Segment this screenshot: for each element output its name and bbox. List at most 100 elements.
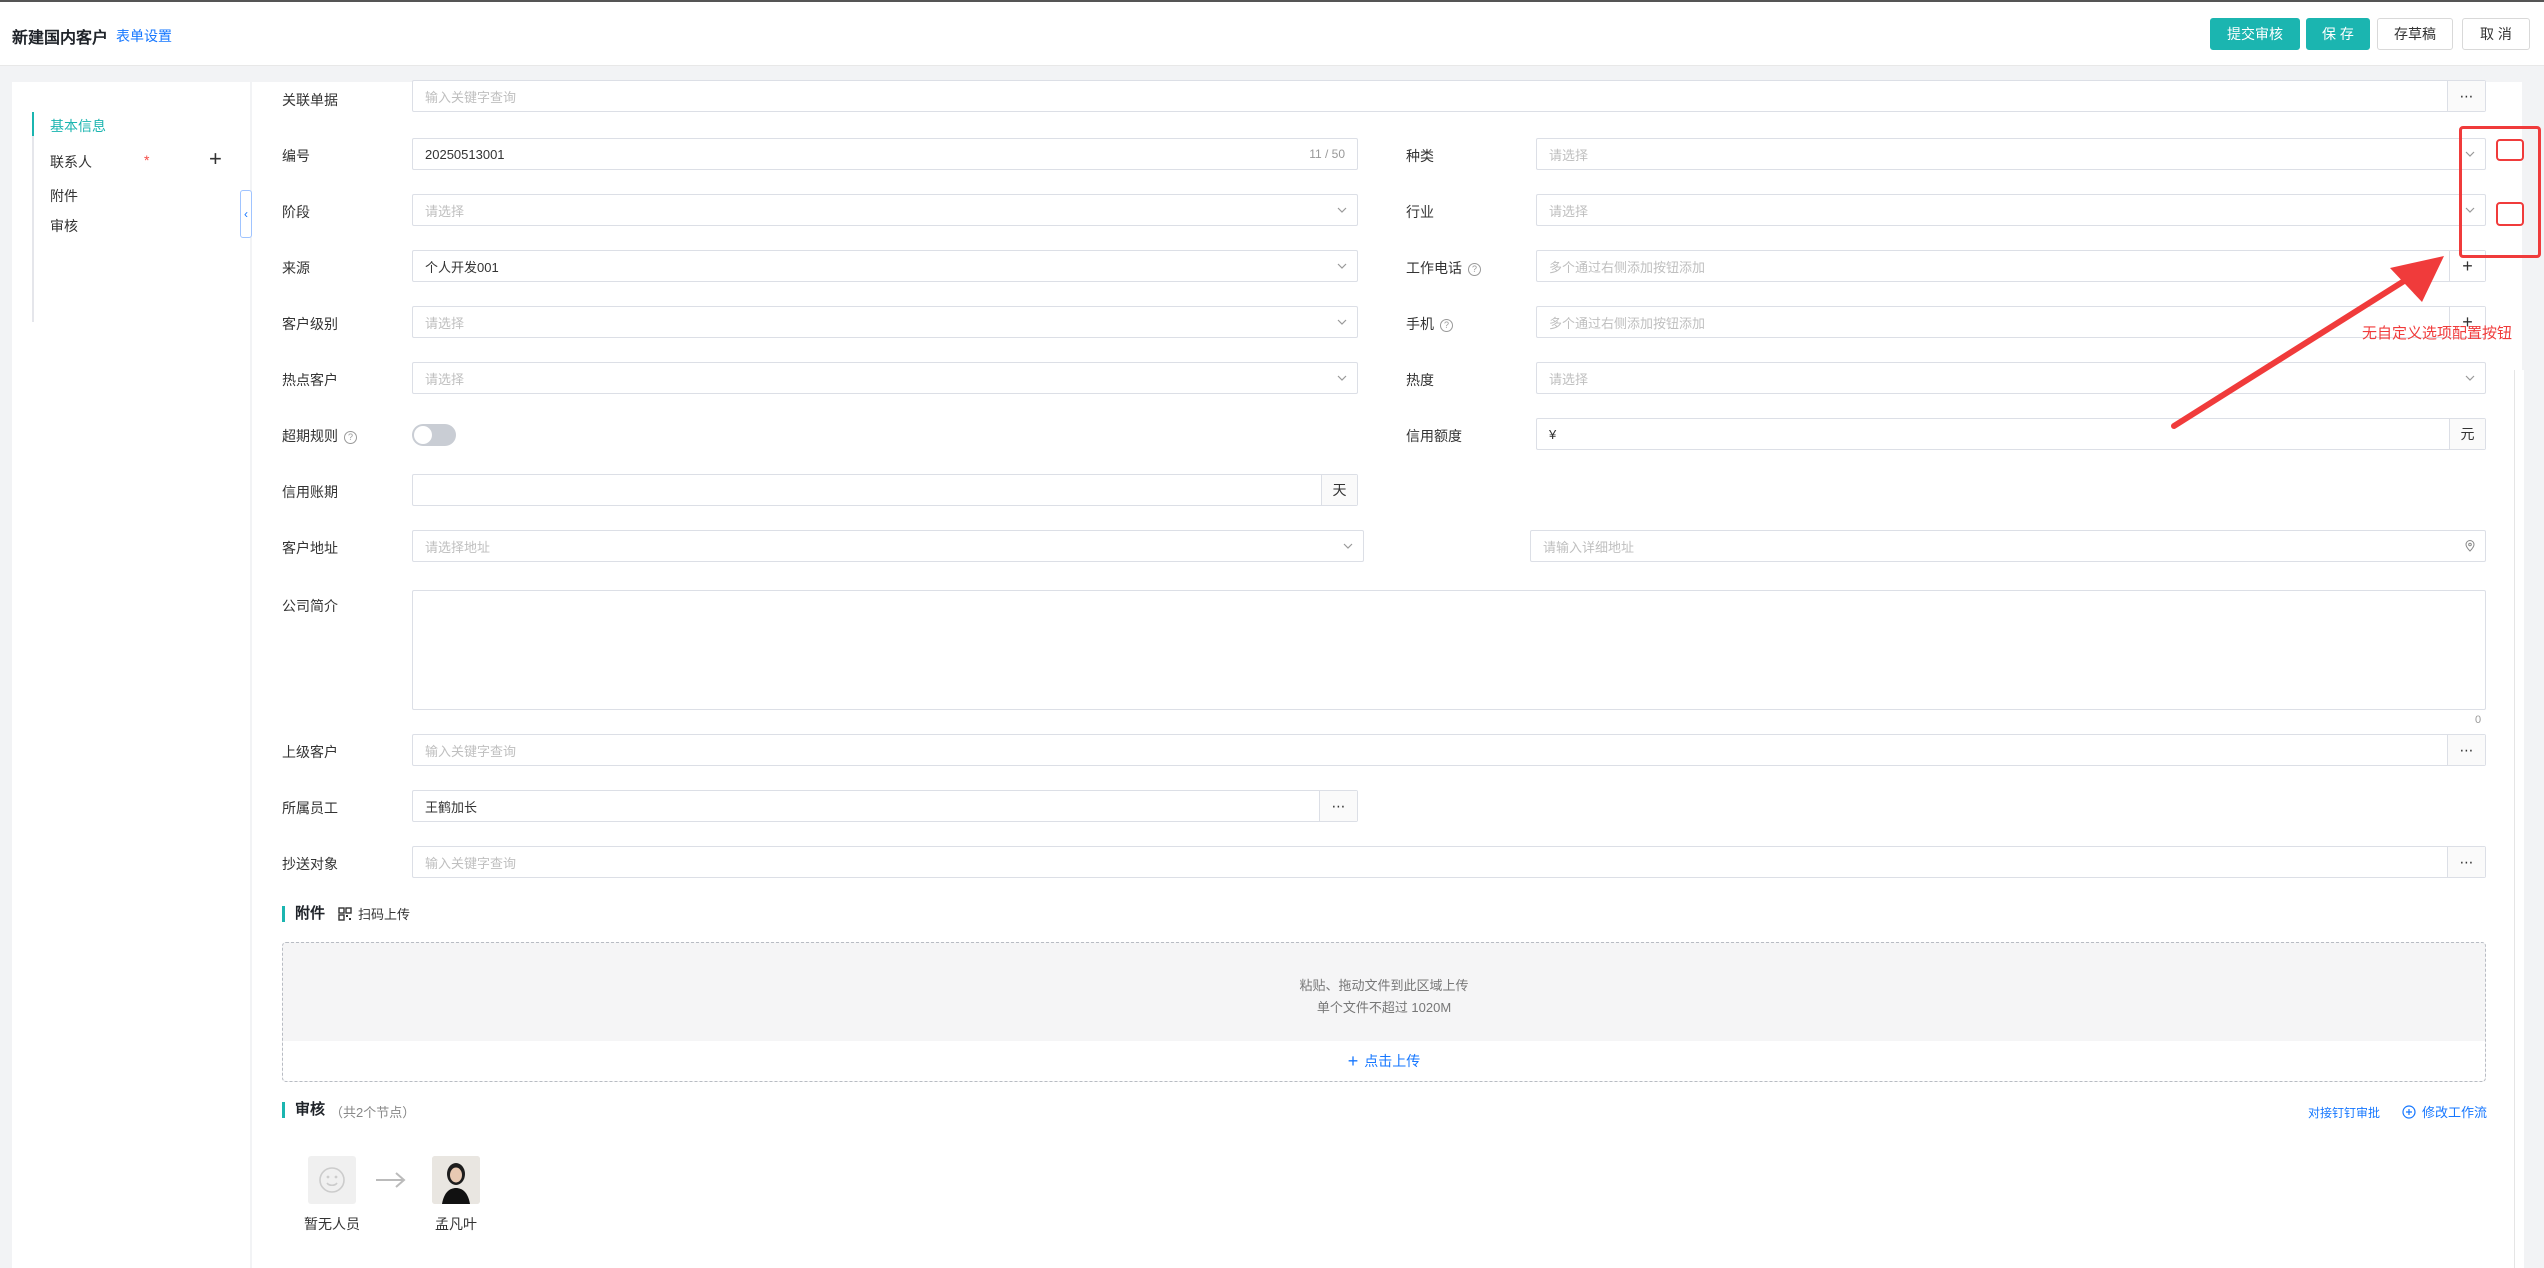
edit-workflow-label: 修改工作流 <box>2422 1105 2488 1120</box>
credit-period-input[interactable]: 天 <box>412 474 1358 506</box>
number-input[interactable]: 20250513001 11 / 50 <box>412 138 1358 170</box>
credit-period-label: 信用账期 <box>282 484 338 500</box>
page-title: 新建国内客户 <box>12 30 109 47</box>
nav-active-indicator <box>32 112 34 136</box>
nav-item-basic-info[interactable]: 基本信息 <box>50 116 106 136</box>
category-label: 种类 <box>1406 148 1434 164</box>
related-doc-more-button[interactable]: ⋯ <box>2447 81 2485 111</box>
add-contact-icon[interactable]: + <box>209 148 222 170</box>
nav-item-review[interactable]: 审核 <box>50 216 78 236</box>
company-intro-label: 公司简介 <box>282 598 338 614</box>
submit-review-button[interactable]: 提交审核 <box>2210 18 2300 50</box>
parent-customer-placeholder: 输入关键字查询 <box>425 743 517 759</box>
help-icon[interactable]: ? <box>1440 319 1453 332</box>
cc-more-button[interactable]: ⋯ <box>2447 847 2485 877</box>
company-intro-char-count: 0 <box>2475 714 2482 726</box>
chevron-down-icon <box>1333 531 1363 561</box>
cancel-button[interactable]: 取 消 <box>2462 18 2530 50</box>
address-detail-placeholder: 请输入详细地址 <box>1543 539 1635 555</box>
chevron-down-icon <box>1327 195 1357 225</box>
help-icon[interactable]: ? <box>1468 263 1481 276</box>
nav-track <box>32 112 34 322</box>
related-doc-label: 关联单据 <box>282 92 338 108</box>
industry-select[interactable]: 请选择 <box>1536 194 2486 226</box>
page: 新建国内客户 表单设置 提交审核 保 存 存草稿 取 消 基本信息 联系人 * … <box>0 0 2544 1268</box>
nav-item-contacts[interactable]: 联系人 <box>50 152 92 172</box>
dingtalk-approval-link[interactable]: 对接钉钉审批 <box>2308 1104 2380 1121</box>
annotation-small-box <box>2496 139 2524 161</box>
annotation-text: 无自定义选项配置按钮 <box>2362 325 2513 342</box>
address-placeholder: 请选择地址 <box>425 539 491 555</box>
mobile-label-text: 手机 <box>1406 316 1434 332</box>
scan-upload-button[interactable]: 扫码上传 <box>338 904 410 923</box>
plus-icon: + <box>1347 1050 1359 1071</box>
credit-period-unit: 天 <box>1321 475 1357 505</box>
category-placeholder: 请选择 <box>1549 147 1589 163</box>
form-settings-link[interactable]: 表单设置 <box>116 26 172 46</box>
address-label: 客户地址 <box>282 540 338 556</box>
credit-limit-unit: 元 <box>2449 419 2485 449</box>
number-char-count: 11 / 50 <box>1309 147 1345 161</box>
location-pin-icon[interactable] <box>2455 531 2485 561</box>
related-doc-field[interactable]: 输入关键字查询 ⋯ <box>412 80 2486 112</box>
industry-placeholder: 请选择 <box>1549 203 1589 219</box>
nav-item-attachments[interactable]: 附件 <box>50 186 78 206</box>
customer-level-select[interactable]: 请选择 <box>412 306 1358 338</box>
staff-label: 所属员工 <box>282 800 338 816</box>
source-value: 个人开发001 <box>425 259 499 275</box>
empty-user-avatar <box>308 1156 356 1204</box>
category-select[interactable]: 请选择 <box>1536 138 2486 170</box>
page-header: 新建国内客户 表单设置 提交审核 保 存 存草稿 取 消 <box>0 0 2544 66</box>
annotation-small-box <box>2496 202 2524 226</box>
number-label: 编号 <box>282 148 310 164</box>
save-button[interactable]: 保 存 <box>2306 18 2370 50</box>
arrow-right-icon <box>376 1172 406 1188</box>
staff-more-button[interactable]: ⋯ <box>1319 791 1357 821</box>
parent-customer-field[interactable]: 输入关键字查询 ⋯ <box>412 734 2486 766</box>
qr-code-icon <box>338 907 352 921</box>
parent-customer-label: 上级客户 <box>282 744 338 760</box>
smiley-icon <box>319 1167 345 1193</box>
customer-level-label: 客户级别 <box>282 316 338 332</box>
user-avatar <box>432 1156 480 1204</box>
review-node-count: （共2个节点） <box>330 1105 416 1120</box>
chevron-down-icon <box>1327 307 1357 337</box>
address-detail-input[interactable]: 请输入详细地址 <box>1530 530 2486 562</box>
review-node-name: 孟凡叶 <box>435 1216 477 1232</box>
stage-placeholder: 请选择 <box>425 203 465 219</box>
click-upload-label: 点击上传 <box>1364 1053 1421 1069</box>
add-circle-icon <box>2402 1105 2416 1119</box>
help-icon[interactable]: ? <box>344 431 357 444</box>
address-region-select[interactable]: 请选择地址 <box>412 530 1364 562</box>
edit-workflow-link[interactable]: 修改工作流 <box>2402 1102 2487 1121</box>
drop-hint: 粘贴、拖动文件到此区域上传 <box>1299 978 1469 993</box>
review-section-title: 审核 <box>282 1102 325 1118</box>
collapse-sidebar-handle[interactable]: ‹ <box>240 190 252 238</box>
click-upload-button[interactable]: + 点击上传 <box>283 1041 2485 1081</box>
size-hint: 单个文件不超过 1020M <box>1316 1000 1452 1015</box>
staff-value: 王鹤加长 <box>425 799 478 815</box>
file-drop-zone[interactable]: 粘贴、拖动文件到此区域上传 单个文件不超过 1020M + 点击上传 <box>282 942 2486 1082</box>
cc-label: 抄送对象 <box>282 856 338 872</box>
stage-label: 阶段 <box>282 204 310 220</box>
parent-customer-more-button[interactable]: ⋯ <box>2447 735 2485 765</box>
credit-limit-label: 信用额度 <box>1406 428 1462 444</box>
staff-field[interactable]: 王鹤加长 ⋯ <box>412 790 1358 822</box>
scrollbar[interactable] <box>2514 370 2524 1268</box>
chevron-down-icon <box>1327 251 1357 281</box>
heat-label: 热度 <box>1406 372 1434 388</box>
scan-upload-label: 扫码上传 <box>358 907 411 922</box>
cc-field[interactable]: 输入关键字查询 ⋯ <box>412 846 2486 878</box>
overdue-rule-toggle[interactable] <box>412 424 456 446</box>
source-select[interactable]: 个人开发001 <box>412 250 1358 282</box>
save-draft-button[interactable]: 存草稿 <box>2377 18 2453 50</box>
required-mark: * <box>144 152 150 168</box>
chevron-down-icon <box>1327 363 1357 393</box>
toggle-knob <box>414 426 432 444</box>
attachment-section-title: 附件 <box>282 906 325 922</box>
customer-level-placeholder: 请选择 <box>425 315 465 331</box>
hot-customer-select[interactable]: 请选择 <box>412 362 1358 394</box>
company-intro-textarea[interactable] <box>412 590 2486 710</box>
cc-placeholder: 输入关键字查询 <box>425 855 517 871</box>
stage-select[interactable]: 请选择 <box>412 194 1358 226</box>
